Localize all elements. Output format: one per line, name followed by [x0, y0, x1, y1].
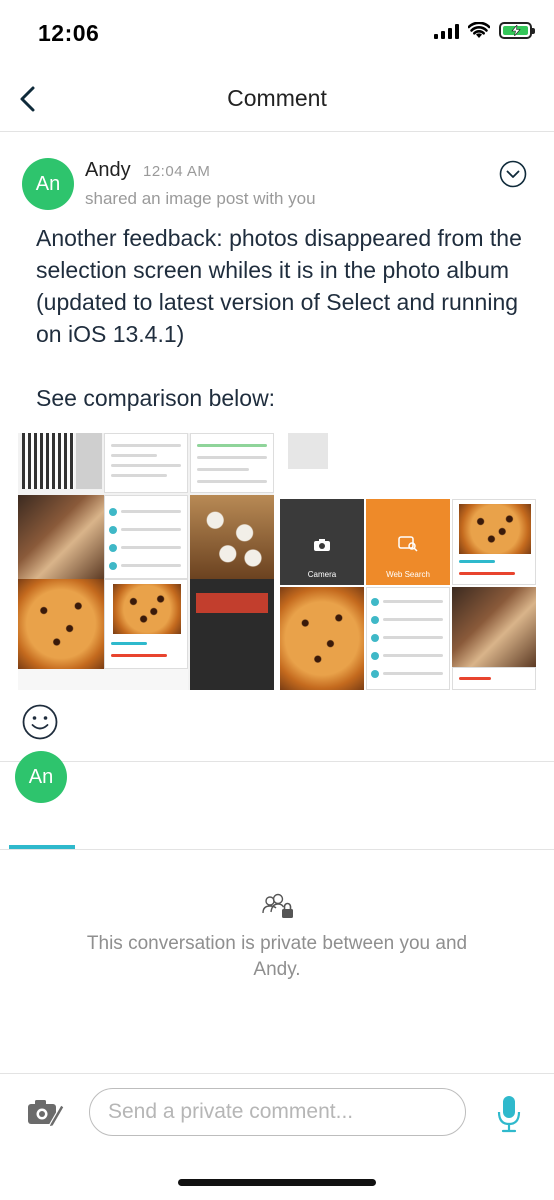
add-reaction-button[interactable] [22, 704, 58, 740]
status-icons [434, 22, 535, 39]
image-web-search-label: Web Search [386, 570, 430, 579]
post-body-paragraph: See comparison below: [36, 385, 276, 411]
post-body: Another feedback: photos disappeared fro… [36, 222, 536, 414]
comment-input[interactable] [89, 1088, 466, 1136]
smiley-icon [22, 704, 58, 740]
status-time: 12:06 [38, 20, 100, 46]
post-image[interactable]: Camera Web Search [280, 433, 536, 690]
image-camera-label: Camera [307, 570, 337, 579]
comment-composer [0, 1073, 554, 1153]
status-bar: 12:06 [0, 0, 554, 66]
post-options-button[interactable] [499, 160, 527, 188]
camera-edit-icon [28, 1100, 65, 1128]
author-avatar[interactable]: An [22, 158, 74, 210]
voice-input-button[interactable] [496, 1094, 522, 1134]
gif-search-icon [398, 536, 418, 552]
camera-icon [314, 539, 330, 551]
private-notice-text: This conversation is private between you… [86, 933, 468, 980]
post-body-paragraph: Another feedback: photos disappeared fro… [36, 225, 522, 347]
page-title: Comment [227, 85, 327, 111]
divider [0, 761, 554, 762]
microphone-icon [497, 1096, 521, 1133]
post-images: Camera Web Search [18, 433, 536, 690]
home-indicator [178, 1179, 376, 1186]
post-timestamp: 12:04 AM [143, 163, 211, 180]
chevron-down-circle-icon [499, 160, 527, 188]
attach-photo-button[interactable] [26, 1096, 66, 1130]
author-name[interactable]: Andy [85, 159, 131, 182]
battery-charging-icon [499, 22, 535, 39]
wifi-icon [468, 22, 490, 38]
divider [0, 849, 554, 850]
nav-header: Comment [0, 66, 554, 132]
signal-icon [434, 23, 459, 39]
post-subtitle: shared an image post with you [85, 189, 316, 208]
post-image[interactable] [18, 433, 274, 690]
private-users-lock-icon [262, 893, 293, 918]
tab-participant-andy[interactable]: An [15, 751, 67, 803]
